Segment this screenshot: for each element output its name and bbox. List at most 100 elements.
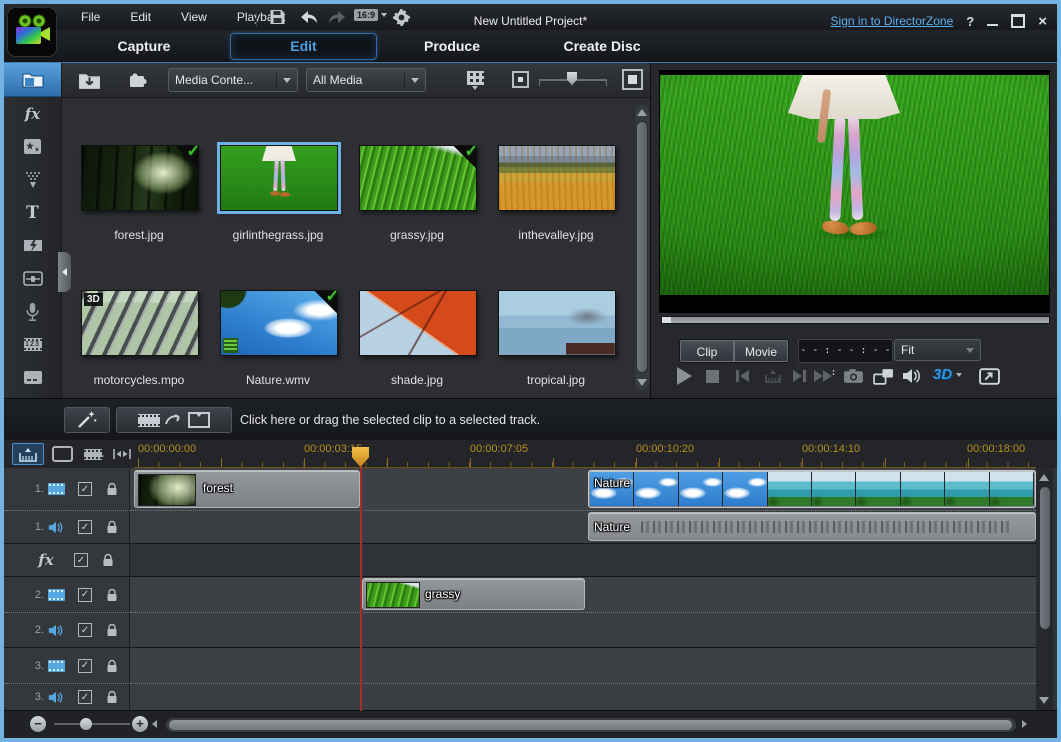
tab-create-disc[interactable]: Create Disc xyxy=(536,30,668,62)
undo-button[interactable] xyxy=(296,8,322,26)
volume-button[interactable] xyxy=(902,368,922,389)
sidebar-collapse-handle[interactable] xyxy=(58,252,71,292)
preview-seekbar[interactable] xyxy=(661,316,1050,324)
save-project-button[interactable] xyxy=(264,8,290,26)
timeline-ruler[interactable]: 00:00:00:00 00:00:03:15 00:00:07:05 00:0… xyxy=(134,440,1036,468)
track-lane[interactable] xyxy=(130,647,1036,683)
preview-quality-button[interactable] xyxy=(873,368,894,390)
plugin-button[interactable] xyxy=(120,67,154,93)
track-lock-button[interactable] xyxy=(106,690,118,704)
close-button[interactable]: × xyxy=(1038,14,1047,29)
effect-room-button[interactable]: fx xyxy=(4,97,61,130)
menu-file[interactable]: File xyxy=(66,4,115,30)
track-lane[interactable] xyxy=(130,683,1036,710)
title-room-button[interactable]: T xyxy=(4,196,61,229)
clip-nature-audio[interactable]: Nature xyxy=(588,512,1036,541)
clip-grassy[interactable]: grassy xyxy=(362,578,585,610)
library-scrollbar[interactable] xyxy=(635,105,649,390)
track-lock-button[interactable] xyxy=(106,520,118,534)
timeline-zoom-in-button[interactable]: + xyxy=(132,716,148,732)
zoom-in-thumbnails-button[interactable] xyxy=(622,69,643,90)
track-lock-button[interactable] xyxy=(106,623,118,637)
scroll-up-icon[interactable] xyxy=(637,109,647,116)
media-item-tropical[interactable] xyxy=(498,290,616,356)
movie-mode-button[interactable]: Movie xyxy=(734,340,788,362)
scroll-down-icon[interactable] xyxy=(1039,697,1049,704)
timeline-zoom-out-button[interactable]: − xyxy=(30,716,46,732)
import-media-button[interactable] xyxy=(72,67,106,93)
tab-produce[interactable]: Produce xyxy=(384,30,520,62)
track-enable-checkbox[interactable]: ✓ xyxy=(78,659,92,673)
scroll-down-icon[interactable] xyxy=(637,379,647,386)
track-lane[interactable] xyxy=(130,543,1036,576)
trim-marker-button[interactable] xyxy=(765,369,781,388)
redo-button[interactable] xyxy=(324,8,350,26)
snapshot-button[interactable] xyxy=(843,368,864,389)
preferences-button[interactable] xyxy=(388,8,414,26)
3d-mode-button[interactable]: 3D xyxy=(933,366,962,383)
maximize-button[interactable] xyxy=(1011,14,1025,28)
media-filter-dropdown[interactable]: All Media xyxy=(306,68,426,92)
transition-room-button[interactable] xyxy=(4,229,61,262)
range-trim-button[interactable] xyxy=(110,443,134,465)
timeline-view-button[interactable] xyxy=(12,443,44,465)
timeline-vscrollbar[interactable] xyxy=(1036,468,1053,710)
media-item-motorcycles[interactable]: 3D xyxy=(81,290,199,356)
aspect-ratio-selector[interactable]: 16:9 xyxy=(354,9,387,21)
storyboard-view-button[interactable] xyxy=(48,443,76,465)
seekbar-thumb[interactable] xyxy=(662,317,671,323)
timeline-vscrollbar-thumb[interactable] xyxy=(1039,486,1051,630)
track-lock-button[interactable] xyxy=(106,588,118,602)
scroll-right-icon[interactable] xyxy=(1022,720,1027,728)
track-lock-button[interactable] xyxy=(102,553,114,567)
track-lock-button[interactable] xyxy=(106,482,118,496)
insert-to-timeline-button[interactable] xyxy=(116,407,232,433)
fast-forward-button[interactable] xyxy=(814,370,832,382)
zoom-out-thumbnails-button[interactable] xyxy=(512,71,529,88)
media-content-dropdown[interactable]: Media Conte... xyxy=(168,68,298,92)
media-item-nature[interactable]: ✓ xyxy=(220,290,338,356)
library-scrollbar-thumb[interactable] xyxy=(636,121,648,373)
help-button[interactable]: ? xyxy=(966,14,974,29)
scroll-up-icon[interactable] xyxy=(1039,474,1049,481)
track-enable-checkbox[interactable]: ✓ xyxy=(78,623,92,637)
media-room-button[interactable] xyxy=(4,63,61,97)
signin-directorzone-link[interactable]: Sign in to DirectorZone xyxy=(831,14,954,28)
particle-room-button[interactable] xyxy=(4,163,61,196)
track-lock-button[interactable] xyxy=(106,659,118,673)
add-track-button[interactable]: + xyxy=(80,443,108,465)
timeline-hscrollbar-thumb[interactable] xyxy=(169,720,1012,730)
chapter-room-button[interactable]: 123 xyxy=(4,328,61,361)
pip-objects-room-button[interactable] xyxy=(4,130,61,163)
media-item-girlinthegrass[interactable] xyxy=(220,145,338,211)
timeline-hscrollbar[interactable] xyxy=(166,718,1016,732)
audio-mixing-room-button[interactable] xyxy=(4,262,61,295)
fit-dropdown[interactable]: Fit xyxy=(894,339,981,361)
track-lane[interactable] xyxy=(130,612,1036,647)
menu-edit[interactable]: Edit xyxy=(115,4,166,30)
track-enable-checkbox[interactable]: ✓ xyxy=(78,482,92,496)
clip-forest[interactable]: forest xyxy=(134,470,360,508)
timeline-zoom-track[interactable] xyxy=(54,723,130,725)
track-enable-checkbox[interactable]: ✓ xyxy=(78,520,92,534)
clip-nature-video[interactable]: Nature xyxy=(588,470,1036,508)
media-item-forest[interactable]: ✓ xyxy=(81,145,199,211)
thumbnail-zoom-slider[interactable] xyxy=(567,72,577,85)
voice-over-room-button[interactable] xyxy=(4,295,61,328)
tab-capture[interactable]: Capture xyxy=(64,30,224,62)
timeline-zoom-slider[interactable] xyxy=(80,718,92,730)
menu-view[interactable]: View xyxy=(166,4,222,30)
subtitle-room-button[interactable] xyxy=(4,361,61,394)
stop-button[interactable] xyxy=(706,370,719,383)
scroll-left-icon[interactable] xyxy=(152,720,157,728)
track-enable-checkbox[interactable]: ✓ xyxy=(74,553,88,567)
minimize-button[interactable] xyxy=(987,24,998,26)
media-item-grassy[interactable]: ✓ xyxy=(359,145,477,211)
undock-preview-button[interactable] xyxy=(979,368,1000,390)
view-mode-button[interactable] xyxy=(462,69,488,91)
next-frame-button[interactable] xyxy=(793,370,806,382)
media-item-shade[interactable] xyxy=(359,290,477,356)
clip-mode-button[interactable]: Clip xyxy=(680,340,734,362)
play-button[interactable] xyxy=(677,367,692,385)
media-item-inthevalley[interactable] xyxy=(498,145,616,211)
